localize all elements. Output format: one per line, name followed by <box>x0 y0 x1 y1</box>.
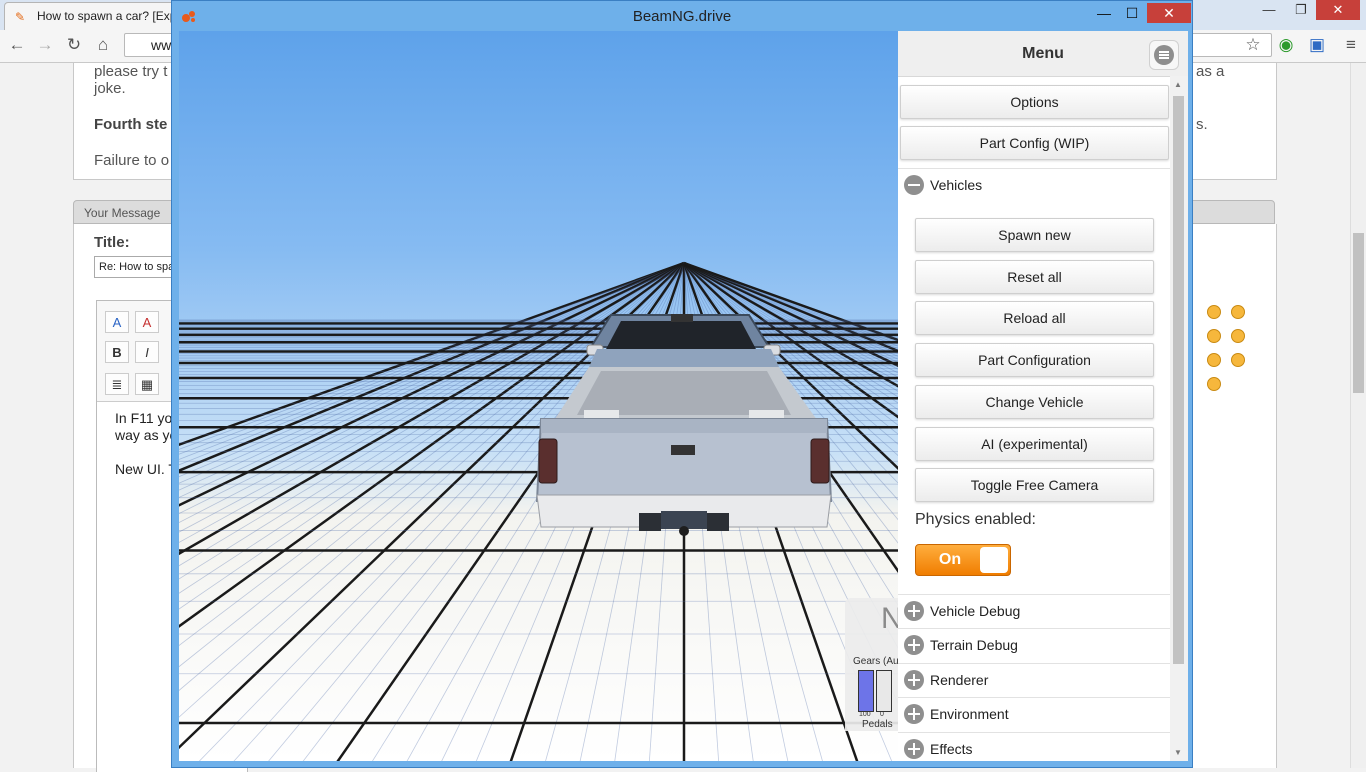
renderer-section[interactable]: Renderer <box>898 663 1170 697</box>
page-scrollbar[interactable] <box>1350 63 1366 768</box>
font-color-icon[interactable]: A <box>135 311 159 333</box>
align-icon[interactable]: ≣ <box>105 373 129 395</box>
physics-enabled-label: Physics enabled: <box>915 511 1036 528</box>
smiley-icon[interactable] <box>1231 329 1245 343</box>
extension-icon[interactable]: ◉ <box>1275 34 1297 56</box>
browser-maximize-button[interactable]: ❐ <box>1286 0 1316 20</box>
smiley-icon[interactable] <box>1231 353 1245 367</box>
section-label: Renderer <box>930 672 989 688</box>
beamng-titlebar[interactable]: BeamNG.drive — ☐ ✕ <box>172 1 1192 31</box>
vehicles-section-label: Vehicles <box>930 177 983 193</box>
post-line-right: s. <box>1196 116 1208 133</box>
beamng-minimize-button[interactable]: — <box>1090 3 1118 23</box>
part-configuration-button[interactable]: Part Configuration <box>915 343 1154 377</box>
expand-plus-icon <box>904 704 924 724</box>
vehicle-gauge-overlay: N Gears (Au 100 0 Pedals <box>845 598 903 731</box>
vehicle-debug-section[interactable]: Vehicle Debug <box>898 594 1170 628</box>
section-label: Effects <box>930 741 973 757</box>
post-line: Failure to o <box>94 152 170 169</box>
menu-panel: Menu Options Part Config (WIP) Vehicles … <box>898 31 1188 761</box>
forward-arrow-icon[interactable]: → <box>34 34 56 56</box>
part-config-wip-button[interactable]: Part Config (WIP) <box>900 126 1169 160</box>
ai-experimental-button[interactable]: AI (experimental) <box>915 427 1154 461</box>
page-scrollbar-thumb[interactable] <box>1353 233 1364 393</box>
post-line: joke. <box>94 80 126 97</box>
expand-plus-icon <box>904 601 924 621</box>
browser-close-button[interactable]: ✕ <box>1316 0 1360 20</box>
menu-scrollbar[interactable]: ▲ ▼ <box>1170 76 1188 761</box>
post-line-right: as a <box>1196 63 1225 80</box>
change-vehicle-button[interactable]: Change Vehicle <box>915 385 1154 419</box>
back-arrow-icon[interactable]: ← <box>6 34 28 56</box>
smiley-icon[interactable] <box>1231 305 1245 319</box>
spawn-new-button[interactable]: Spawn new <box>915 218 1154 252</box>
smiley-icon[interactable] <box>1207 329 1221 343</box>
post-step-heading: Fourth ste <box>94 116 168 133</box>
translate-extension-icon[interactable]: ▣ <box>1306 34 1328 56</box>
terrain-debug-section[interactable]: Terrain Debug <box>898 628 1170 662</box>
bold-icon[interactable]: B <box>105 341 129 363</box>
home-icon[interactable]: ⌂ <box>92 34 114 56</box>
options-button[interactable]: Options <box>900 85 1169 119</box>
brake-value: 0 <box>880 711 884 718</box>
environment-section[interactable]: Environment <box>898 697 1170 731</box>
beamng-window: BeamNG.drive — ☐ ✕ N Gears (Au 100 0 Ped… <box>171 0 1193 768</box>
reload-all-button[interactable]: Reload all <box>915 301 1154 335</box>
toggle-knob <box>980 547 1008 573</box>
reset-all-button[interactable]: Reset all <box>915 260 1154 294</box>
chrome-menu-icon[interactable]: ≡ <box>1340 34 1362 56</box>
scroll-up-arrow-icon[interactable]: ▲ <box>1174 80 1182 89</box>
pedals-label: Pedals <box>862 719 893 730</box>
post-line: please try t <box>94 63 168 80</box>
throttle-bar <box>858 670 874 712</box>
browser-window-controls: — ❐ ✕ <box>1252 0 1360 22</box>
throttle-value: 100 <box>859 711 871 718</box>
effects-section[interactable]: Effects <box>898 732 1170 761</box>
toggle-free-camera-button[interactable]: Toggle Free Camera <box>915 468 1154 502</box>
tab-title: How to spawn a car? [Exp <box>37 9 175 23</box>
vehicles-section-header[interactable]: Vehicles <box>898 168 1170 202</box>
brake-bar <box>876 670 892 712</box>
section-label: Environment <box>930 706 1009 722</box>
section-label: Terrain Debug <box>930 637 1018 653</box>
collapse-minus-icon <box>904 175 924 195</box>
editor-line: way as yo <box>115 427 178 443</box>
editor-line: New UI. T <box>115 461 177 477</box>
smiley-icon[interactable] <box>1207 353 1221 367</box>
browser-minimize-button[interactable]: — <box>1252 0 1286 20</box>
hamburger-icon <box>1154 45 1174 65</box>
title-label: Title: <box>94 234 130 251</box>
address-text: ww <box>151 37 172 53</box>
bookmark-star-icon[interactable]: ☆ <box>1242 34 1264 56</box>
physics-toggle-state: On <box>938 551 962 568</box>
beamng-maximize-button[interactable]: ☐ <box>1118 3 1146 23</box>
expand-plus-icon <box>904 635 924 655</box>
gears-label: Gears (Au <box>853 656 899 667</box>
italic-icon[interactable]: I <box>135 341 159 363</box>
game-viewport[interactable] <box>179 31 899 761</box>
smiley-icon[interactable] <box>1207 305 1221 319</box>
browser-tab[interactable]: ✎ How to spawn a car? [Exp <box>4 2 176 30</box>
editor-line: In F11 yo <box>115 410 173 426</box>
pickup-truck <box>535 314 833 536</box>
menu-scrollbar-thumb[interactable] <box>1173 96 1184 664</box>
section-label: Vehicle Debug <box>930 603 1021 619</box>
table-icon[interactable]: ▦ <box>135 373 159 395</box>
font-face-icon[interactable]: A <box>105 311 129 333</box>
menu-title: Menu <box>1022 45 1064 62</box>
favicon-icon: ✎ <box>15 10 26 24</box>
smiley-icon[interactable] <box>1207 377 1221 391</box>
expand-plus-icon <box>904 739 924 759</box>
menu-header: Menu <box>898 31 1188 77</box>
menu-toggle-button[interactable] <box>1149 40 1179 70</box>
expand-plus-icon <box>904 670 924 690</box>
scroll-down-arrow-icon[interactable]: ▼ <box>1174 748 1182 757</box>
beamng-close-button[interactable]: ✕ <box>1147 3 1191 23</box>
beamng-window-title: BeamNG.drive <box>632 8 732 25</box>
reload-icon[interactable]: ↻ <box>63 34 85 56</box>
physics-toggle[interactable]: On <box>915 544 1011 576</box>
